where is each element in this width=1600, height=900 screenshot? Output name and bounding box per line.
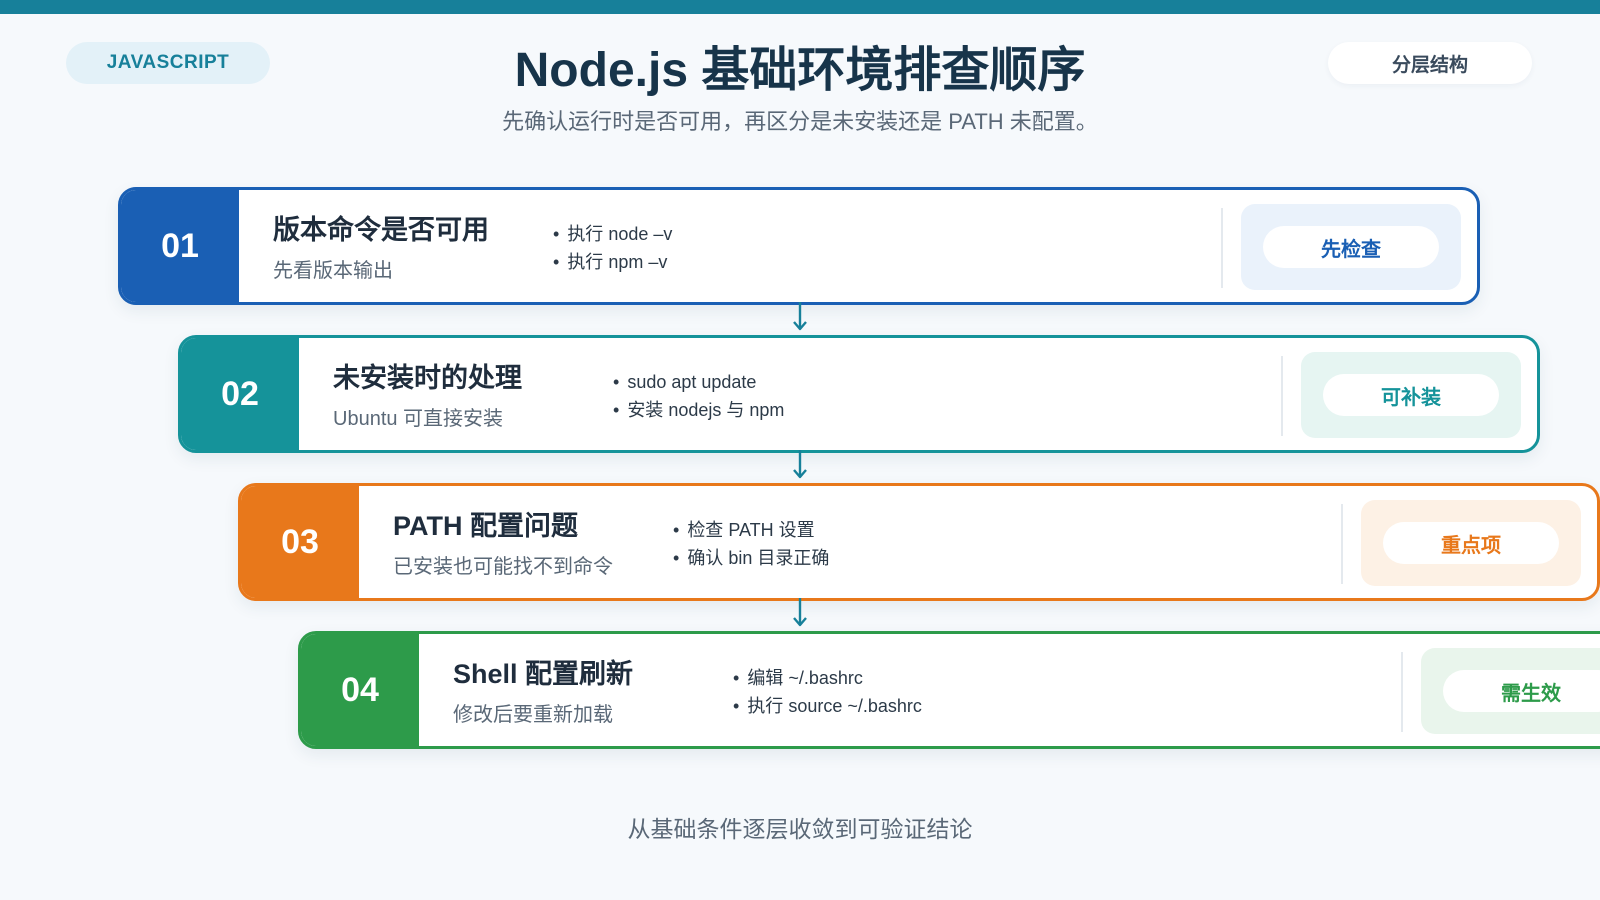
step-badge: 可补装 (1323, 374, 1499, 416)
step-card-01: 01 版本命令是否可用 先看版本输出 执行 node –v 执行 npm –v … (118, 187, 1480, 305)
step-title: Shell 配置刷新 (453, 659, 634, 689)
step-bullets: 检查 PATH 设置 确认 bin 目录正确 (673, 516, 829, 572)
step-bullets: 编辑 ~/.bashrc 执行 source ~/.bashrc (733, 664, 922, 720)
structure-tag: 分层结构 (1328, 42, 1532, 84)
divider (1281, 356, 1283, 436)
badge-panel: 需生效 (1421, 648, 1600, 734)
step-card-04: 04 Shell 配置刷新 修改后要重新加载 编辑 ~/.bashrc 执行 s… (298, 631, 1600, 749)
step-card-02: 02 未安装时的处理 Ubuntu 可直接安装 sudo apt update … (178, 335, 1540, 453)
step-badge: 先检查 (1263, 226, 1439, 268)
step-description: 已安装也可能找不到命令 (393, 556, 613, 578)
divider (1341, 504, 1343, 584)
bullet-item: 安装 nodejs 与 npm (613, 396, 784, 424)
step-bullets: 执行 node –v 执行 npm –v (553, 220, 672, 276)
step-card-03: 03 PATH 配置问题 已安装也可能找不到命令 检查 PATH 设置 确认 b… (238, 483, 1600, 601)
footer-caption: 从基础条件逐层收敛到可验证结论 (627, 816, 973, 842)
badge-panel: 可补装 (1301, 352, 1521, 438)
down-arrow-icon (793, 302, 807, 331)
step-description: 修改后要重新加载 (453, 704, 613, 726)
top-accent-bar (0, 0, 1600, 14)
bullet-item: 确认 bin 目录正确 (673, 544, 829, 572)
step-description: 先看版本输出 (273, 260, 393, 282)
down-arrow-icon (793, 598, 807, 627)
step-number: 02 (181, 338, 299, 450)
bullet-item: 执行 source ~/.bashrc (733, 692, 922, 720)
bullet-item: sudo apt update (613, 368, 784, 396)
divider (1221, 208, 1223, 288)
step-number: 04 (301, 634, 419, 746)
badge-panel: 重点项 (1361, 500, 1581, 586)
step-number: 01 (121, 190, 239, 302)
page-subtitle: 先确认运行时是否可用，再区分是未安装还是 PATH 未配置。 (502, 109, 1098, 134)
step-title: PATH 配置问题 (393, 511, 578, 541)
step-badge: 重点项 (1383, 522, 1559, 564)
step-title: 未安装时的处理 (333, 363, 522, 393)
step-bullets: sudo apt update 安装 nodejs 与 npm (613, 368, 784, 424)
bullet-item: 检查 PATH 设置 (673, 516, 829, 544)
badge-panel: 先检查 (1241, 204, 1461, 290)
bullet-item: 执行 npm –v (553, 248, 672, 276)
divider (1401, 652, 1403, 732)
step-number: 03 (241, 486, 359, 598)
bullet-item: 编辑 ~/.bashrc (733, 664, 922, 692)
step-title: 版本命令是否可用 (273, 215, 489, 245)
step-badge: 需生效 (1443, 670, 1600, 712)
bullet-item: 执行 node –v (553, 220, 672, 248)
down-arrow-icon (793, 450, 807, 479)
step-description: Ubuntu 可直接安装 (333, 408, 504, 430)
